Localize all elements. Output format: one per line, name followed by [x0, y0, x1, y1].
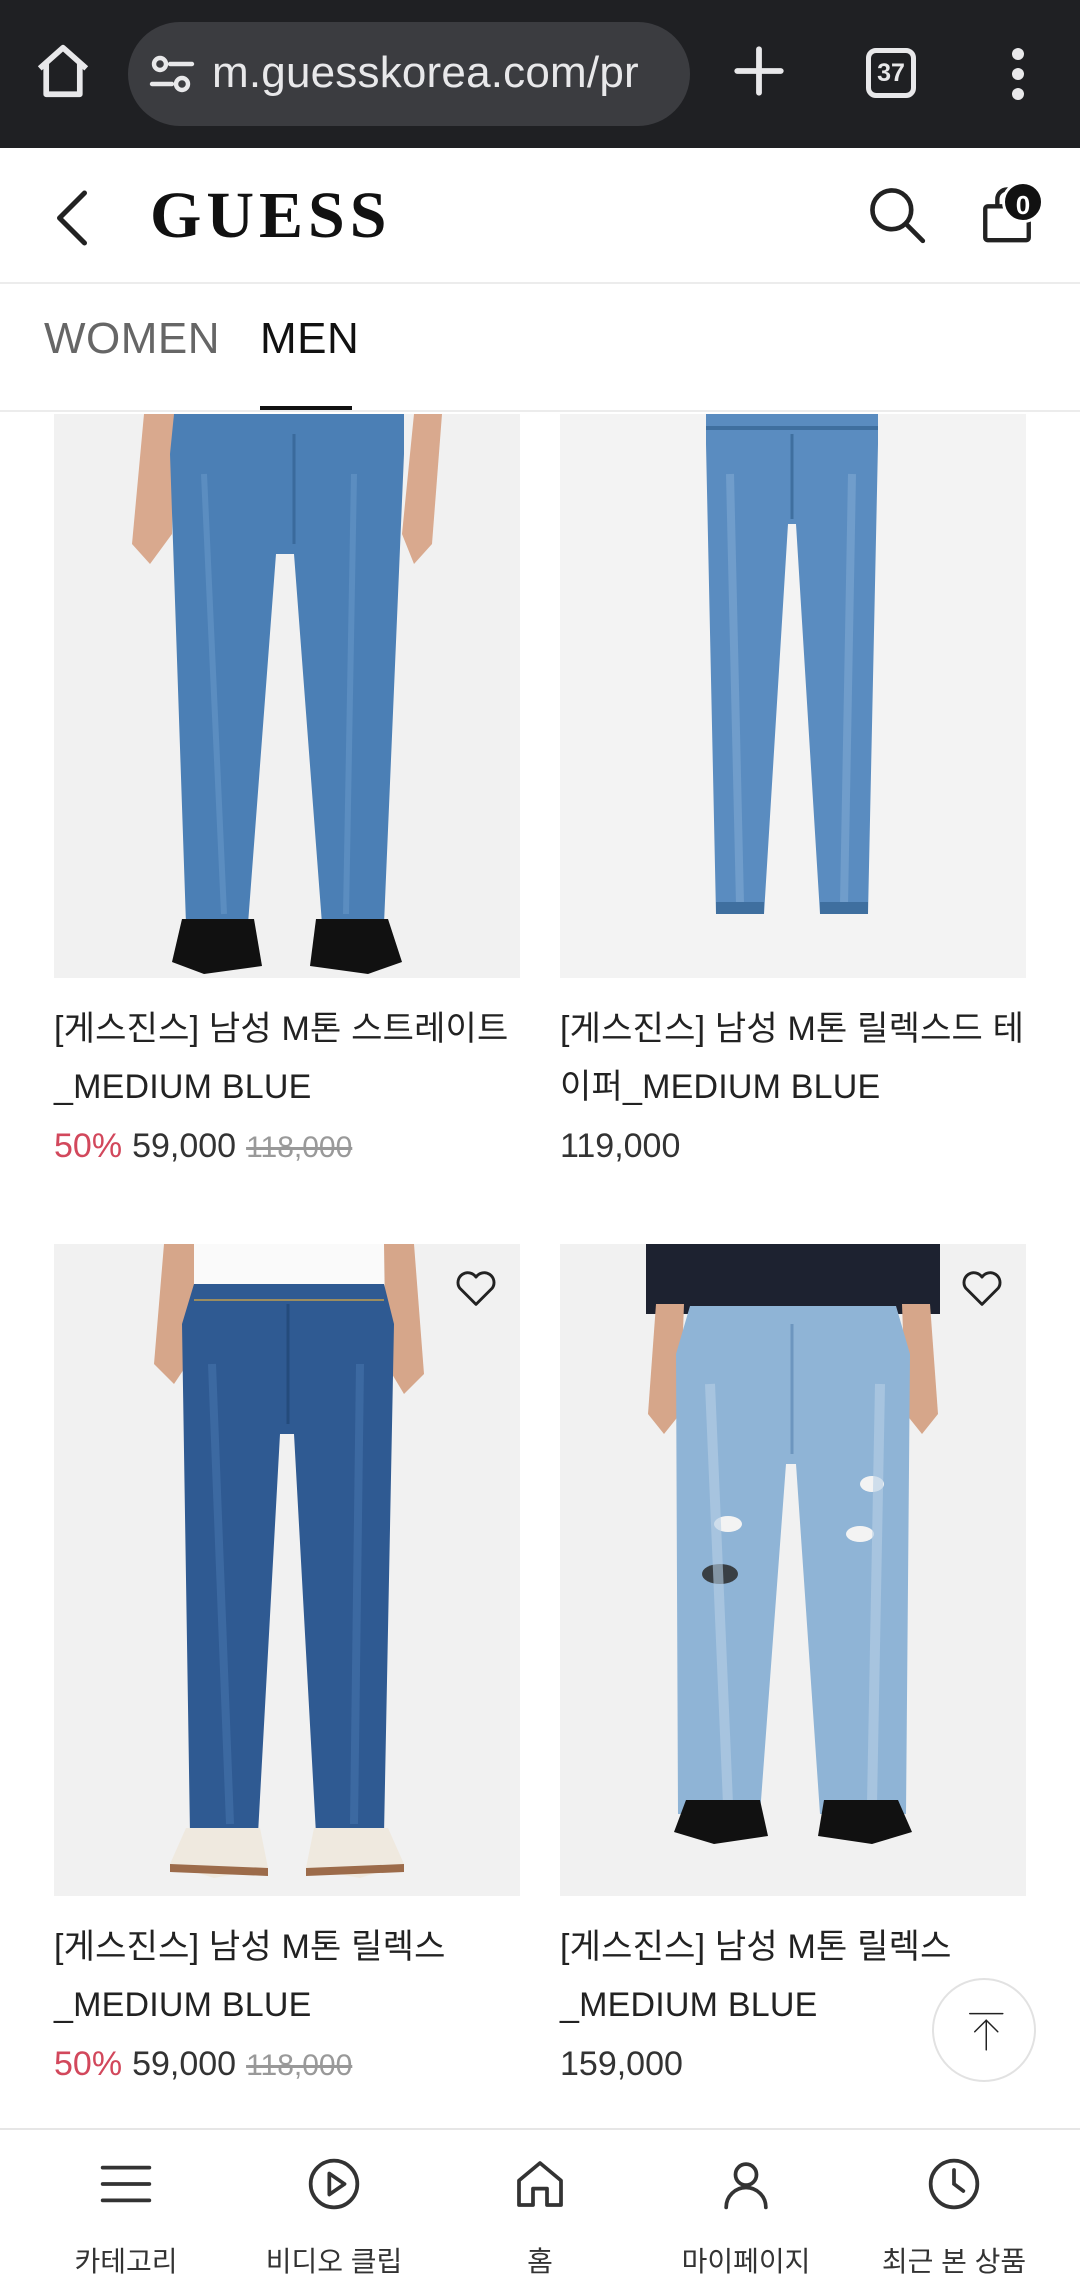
clock-icon	[928, 2158, 980, 2210]
product-image[interactable]	[54, 414, 520, 978]
nav-category[interactable]: 카테고리	[18, 2130, 234, 2286]
nav-label: 비디오 클립	[265, 2246, 403, 2277]
heart-icon[interactable]	[960, 1268, 1004, 1308]
new-tab-icon[interactable]	[730, 42, 788, 100]
arrow-up-icon	[969, 2012, 1004, 2051]
play-circle-icon	[308, 2158, 360, 2210]
product-card[interactable]: [게스진스] 남성 M톤 릴렉스 _MEDIUM BLUE 50% 59,000 1…	[54, 1244, 520, 2088]
more-options-icon[interactable]	[1000, 44, 1036, 104]
site-header: GUESS 0	[0, 148, 1080, 284]
product-grid: [게스진스] 남성 M톤 스트레이트 _MEDIUM BLUE 50% 59,00…	[0, 414, 1080, 2128]
product-image[interactable]	[54, 1244, 520, 1896]
url-text: m.guesskorea.com/pr	[212, 48, 639, 97]
product-image[interactable]	[560, 1244, 1026, 1896]
address-bar[interactable]: m.guesskorea.com/pr	[128, 22, 690, 126]
product-card[interactable]: [게스진스] 남성 M톤 릴렉스 _MEDIUM BLUE 159,000	[560, 1244, 1026, 2086]
home-icon	[517, 2161, 563, 2207]
guess-logo[interactable]: GUESS	[150, 178, 391, 254]
sale-price: 119,000	[560, 1127, 681, 1165]
menu-icon	[100, 2165, 152, 2203]
active-tab-indicator	[260, 406, 352, 410]
browser-toolbar: m.guesskorea.com/pr 37	[0, 0, 1080, 148]
product-name[interactable]: [게스진스] 남성 M톤 릴렉스 _MEDIUM BLUE	[54, 1918, 520, 2034]
nav-video-clip[interactable]: 비디오 클립	[226, 2130, 442, 2286]
nav-label: 홈	[527, 2246, 553, 2277]
tab-switcher-button[interactable]: 37	[866, 48, 916, 98]
product-card[interactable]: [게스진스] 남성 M톤 릴렉스드 테 이퍼_MEDIUM BLUE 119,0…	[560, 414, 1026, 1168]
search-icon[interactable]	[866, 184, 928, 246]
nav-recently-viewed[interactable]: 최근 본 상품	[846, 2130, 1062, 2286]
nav-label: 마이페이지	[681, 2246, 811, 2277]
product-name[interactable]: [게스진스] 남성 M톤 릴렉스드 테 이퍼_MEDIUM BLUE	[560, 1000, 1026, 1116]
price-row: 119,000	[560, 1124, 1026, 1168]
product-name[interactable]: [게스진스] 남성 M톤 스트레이트 _MEDIUM BLUE	[54, 1000, 520, 1116]
sale-price: 59,000	[132, 2045, 237, 2083]
home-icon[interactable]	[32, 40, 94, 102]
back-arrow-icon[interactable]	[52, 188, 92, 248]
product-image[interactable]	[560, 414, 1026, 978]
sale-price: 59,000	[132, 1127, 237, 1165]
gender-tabs: WOMEN MEN	[0, 284, 1080, 412]
product-card[interactable]: [게스진스] 남성 M톤 스트레이트 _MEDIUM BLUE 50% 59,00…	[54, 414, 520, 1170]
price-row: 50% 59,000 118,000	[54, 2042, 520, 2088]
user-icon	[724, 2162, 768, 2210]
original-price: 118,000	[246, 2049, 353, 2082]
nav-home[interactable]: 홈	[432, 2130, 648, 2286]
heart-icon[interactable]	[454, 1268, 498, 1308]
tab-men[interactable]: MEN	[260, 314, 359, 364]
nav-label: 카테고리	[74, 2246, 178, 2277]
discount-rate: 50%	[54, 1127, 123, 1165]
site-settings-icon[interactable]	[148, 54, 196, 94]
cart-count-badge: 0	[1002, 181, 1044, 223]
tab-women[interactable]: WOMEN	[44, 314, 220, 364]
nav-label: 최근 본 상품	[881, 2246, 1027, 2277]
bottom-navigation: 카테고리 비디오 클립 홈 마이페이지 최근 본 상품	[0, 2128, 1080, 2284]
nav-mypage[interactable]: 마이페이지	[638, 2130, 854, 2286]
price-row: 50% 59,000 118,000	[54, 1124, 520, 1170]
sale-price: 159,000	[560, 2045, 683, 2083]
discount-rate: 50%	[54, 2045, 123, 2083]
original-price: 118,000	[246, 1131, 353, 1164]
scroll-to-top-button[interactable]	[932, 1978, 1036, 2082]
